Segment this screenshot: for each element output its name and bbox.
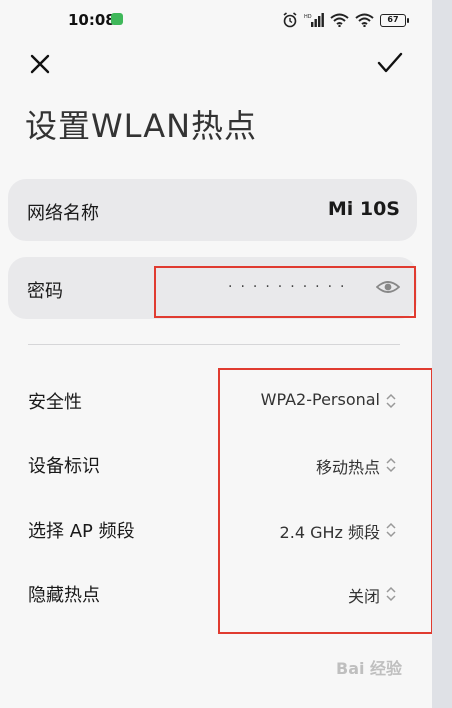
network-name-value[interactable]: Mi 10S	[328, 198, 400, 220]
hide-hotspot-label: 隐藏热点	[28, 585, 100, 606]
wifi-icon-2	[355, 13, 374, 27]
watermark: Bai 经验	[336, 659, 403, 678]
app-notification-icon	[111, 13, 123, 25]
device-id-label: 设备标识	[28, 456, 100, 477]
page-title: 设置WLAN热点	[25, 107, 258, 145]
network-name-label: 网络名称	[27, 203, 99, 224]
confirm-button[interactable]	[375, 48, 405, 78]
check-icon	[377, 52, 403, 73]
ap-band-label: 选择 AP 频段	[28, 521, 135, 542]
right-edge-strip	[432, 0, 452, 708]
close-button[interactable]	[26, 50, 54, 78]
password-label: 密码	[27, 281, 63, 302]
alarm-icon	[283, 12, 297, 28]
settings-highlight-box	[218, 368, 432, 634]
password-highlight-box	[154, 266, 416, 318]
status-icons: HD 67	[282, 10, 409, 30]
status-bar: 10:08 HD 67	[0, 0, 432, 40]
battery-icon: 67	[380, 13, 409, 27]
signal-icon: HD	[304, 13, 324, 27]
network-name-field[interactable]: 网络名称 Mi 10S	[8, 179, 417, 241]
wifi-icon	[330, 13, 349, 27]
svg-text:HD: HD	[304, 14, 312, 20]
divider	[28, 344, 400, 345]
security-label: 安全性	[28, 392, 82, 413]
screen: 10:08 HD 67 设置WLAN热点 网络名称 Mi 10S 密码 ····…	[0, 0, 432, 708]
close-icon	[30, 54, 50, 74]
status-time: 10:08	[68, 11, 116, 29]
